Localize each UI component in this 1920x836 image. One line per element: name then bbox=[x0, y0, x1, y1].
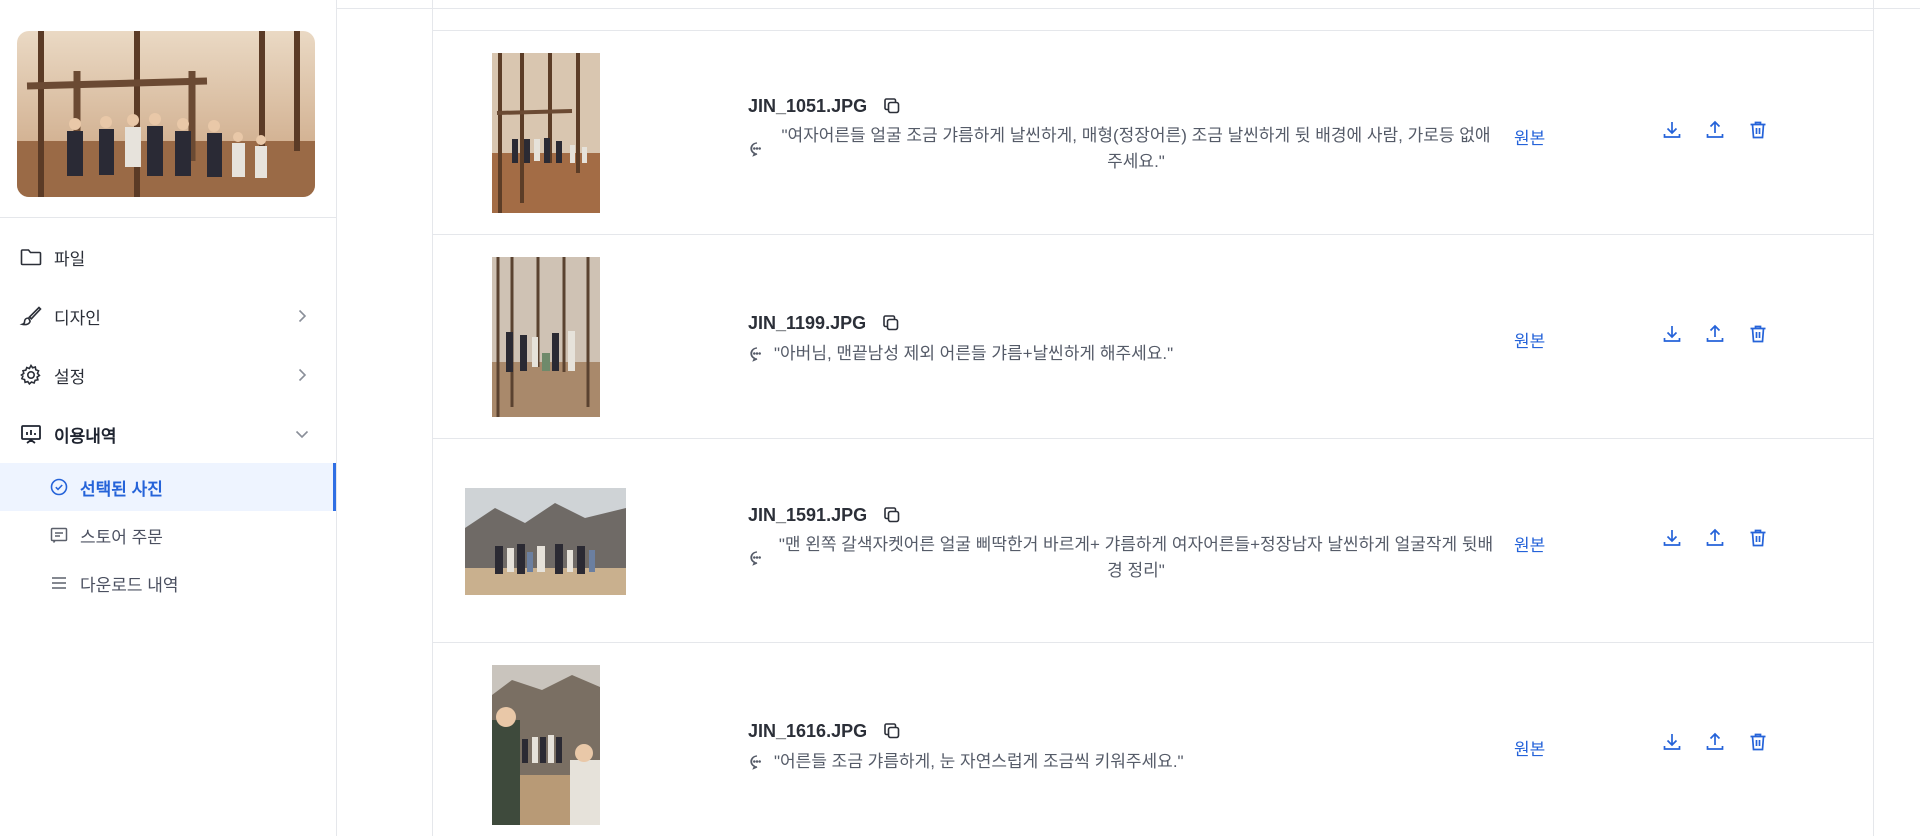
table-row: JIN_1616.JPG "어른들 조금 갸름하게, 눈 자연스럽게 조금씩 키… bbox=[433, 643, 1873, 836]
comment-icon bbox=[748, 345, 766, 363]
sidebar-item-label: 선택된 사진 bbox=[80, 479, 163, 499]
table-row: JIN_1591.JPG "맨 왼쪽 갈색자켓어른 얼굴 삐딱한거 바르게+ 갸… bbox=[433, 439, 1873, 643]
chevron-down-icon bbox=[292, 424, 312, 444]
copy-icon[interactable] bbox=[881, 720, 903, 742]
comment-icon bbox=[748, 753, 766, 771]
sidebar-item-files[interactable]: 파일 bbox=[0, 233, 336, 281]
download-icon[interactable] bbox=[1659, 117, 1685, 143]
sidebar-item-settings[interactable]: 설정 bbox=[0, 351, 336, 399]
copy-icon[interactable] bbox=[881, 95, 903, 117]
original-link[interactable]: 원본 bbox=[1514, 531, 1545, 556]
file-name: JIN_1051.JPG bbox=[748, 95, 868, 116]
original-link[interactable]: 원본 bbox=[1514, 327, 1545, 352]
download-icon[interactable] bbox=[1659, 729, 1685, 755]
sidebar: 파일 디자인 설정 이용내역 선택된 사진 스토어 주문 다운로드 내역 bbox=[0, 0, 337, 836]
photo-thumbnail[interactable] bbox=[492, 53, 600, 213]
upload-icon[interactable] bbox=[1702, 321, 1728, 347]
download-icon[interactable] bbox=[1659, 525, 1685, 551]
trash-icon[interactable] bbox=[1745, 117, 1771, 143]
sidebar-item-label: 파일 bbox=[54, 249, 86, 269]
trash-icon[interactable] bbox=[1745, 525, 1771, 551]
sidebar-item-label: 이용내역 bbox=[54, 426, 117, 446]
sidebar-item-label: 디자인 bbox=[54, 308, 101, 328]
upload-icon[interactable] bbox=[1702, 525, 1728, 551]
sidebar-item-store-orders[interactable]: 스토어 주문 bbox=[0, 511, 336, 559]
chevron-right-icon bbox=[292, 365, 312, 385]
brush-icon bbox=[18, 303, 44, 329]
retouch-memo: "여자어른들 얼굴 조금 갸름하게 날씬하게, 매형(정장어른) 조금 날씬하게… bbox=[781, 126, 1491, 171]
list-icon bbox=[48, 572, 70, 594]
retouch-memo: "맨 왼쪽 갈색자켓어른 얼굴 삐딱한거 바르게+ 갸름하게 여자어른들+정장남… bbox=[778, 535, 1494, 580]
sidebar-item-design[interactable]: 디자인 bbox=[0, 292, 336, 340]
sidebar-item-selected-photos[interactable]: 선택된 사진 bbox=[0, 463, 336, 511]
upload-icon[interactable] bbox=[1702, 729, 1728, 755]
cover-photo[interactable] bbox=[17, 31, 315, 197]
sidebar-item-label: 설정 bbox=[54, 367, 86, 387]
file-name: JIN_1199.JPG bbox=[748, 312, 867, 333]
comment-icon bbox=[748, 140, 766, 158]
sidebar-item-label: 다운로드 내역 bbox=[80, 575, 179, 595]
chevron-right-icon bbox=[292, 306, 312, 326]
original-link[interactable]: 원본 bbox=[1514, 124, 1545, 149]
table-row: JIN_1051.JPG "여자어른들 얼굴 조금 갸름하게 날씬하게, 매형(… bbox=[433, 31, 1873, 235]
file-name: JIN_1616.JPG bbox=[748, 720, 868, 741]
check-circle-icon bbox=[48, 476, 70, 498]
copy-icon[interactable] bbox=[881, 504, 903, 526]
sidebar-item-label: 스토어 주문 bbox=[80, 527, 163, 547]
file-name: JIN_1591.JPG bbox=[748, 504, 868, 525]
upload-icon[interactable] bbox=[1702, 117, 1728, 143]
comment-icon bbox=[748, 549, 766, 567]
trash-icon[interactable] bbox=[1745, 729, 1771, 755]
download-icon[interactable] bbox=[1659, 321, 1685, 347]
receipt-icon bbox=[48, 524, 70, 546]
sidebar-divider bbox=[0, 217, 336, 218]
gear-icon bbox=[18, 362, 44, 388]
copy-icon[interactable] bbox=[880, 312, 902, 334]
trash-icon[interactable] bbox=[1745, 321, 1771, 347]
photo-table: JIN_1051.JPG "여자어른들 얼굴 조금 갸름하게 날씬하게, 매형(… bbox=[432, 0, 1874, 836]
sidebar-item-usage[interactable]: 이용내역 bbox=[0, 410, 336, 458]
photo-thumbnail[interactable] bbox=[492, 665, 600, 825]
original-link[interactable]: 원본 bbox=[1514, 735, 1545, 760]
retouch-memo: "아버님, 맨끝남성 제외 어른들 갸름+날씬하게 해주세요." bbox=[774, 344, 1174, 363]
presentation-chart-icon bbox=[18, 421, 44, 447]
retouch-memo: "어른들 조금 갸름하게, 눈 자연스럽게 조금씩 키워주세요." bbox=[774, 752, 1184, 771]
photo-thumbnail[interactable] bbox=[492, 257, 600, 417]
photo-thumbnail[interactable] bbox=[465, 488, 626, 595]
folder-icon bbox=[18, 244, 44, 270]
sidebar-item-download-history[interactable]: 다운로드 내역 bbox=[0, 559, 336, 607]
table-row: JIN_1199.JPG "아버님, 맨끝남성 제외 어른들 갸름+날씬하게 해… bbox=[433, 235, 1873, 439]
